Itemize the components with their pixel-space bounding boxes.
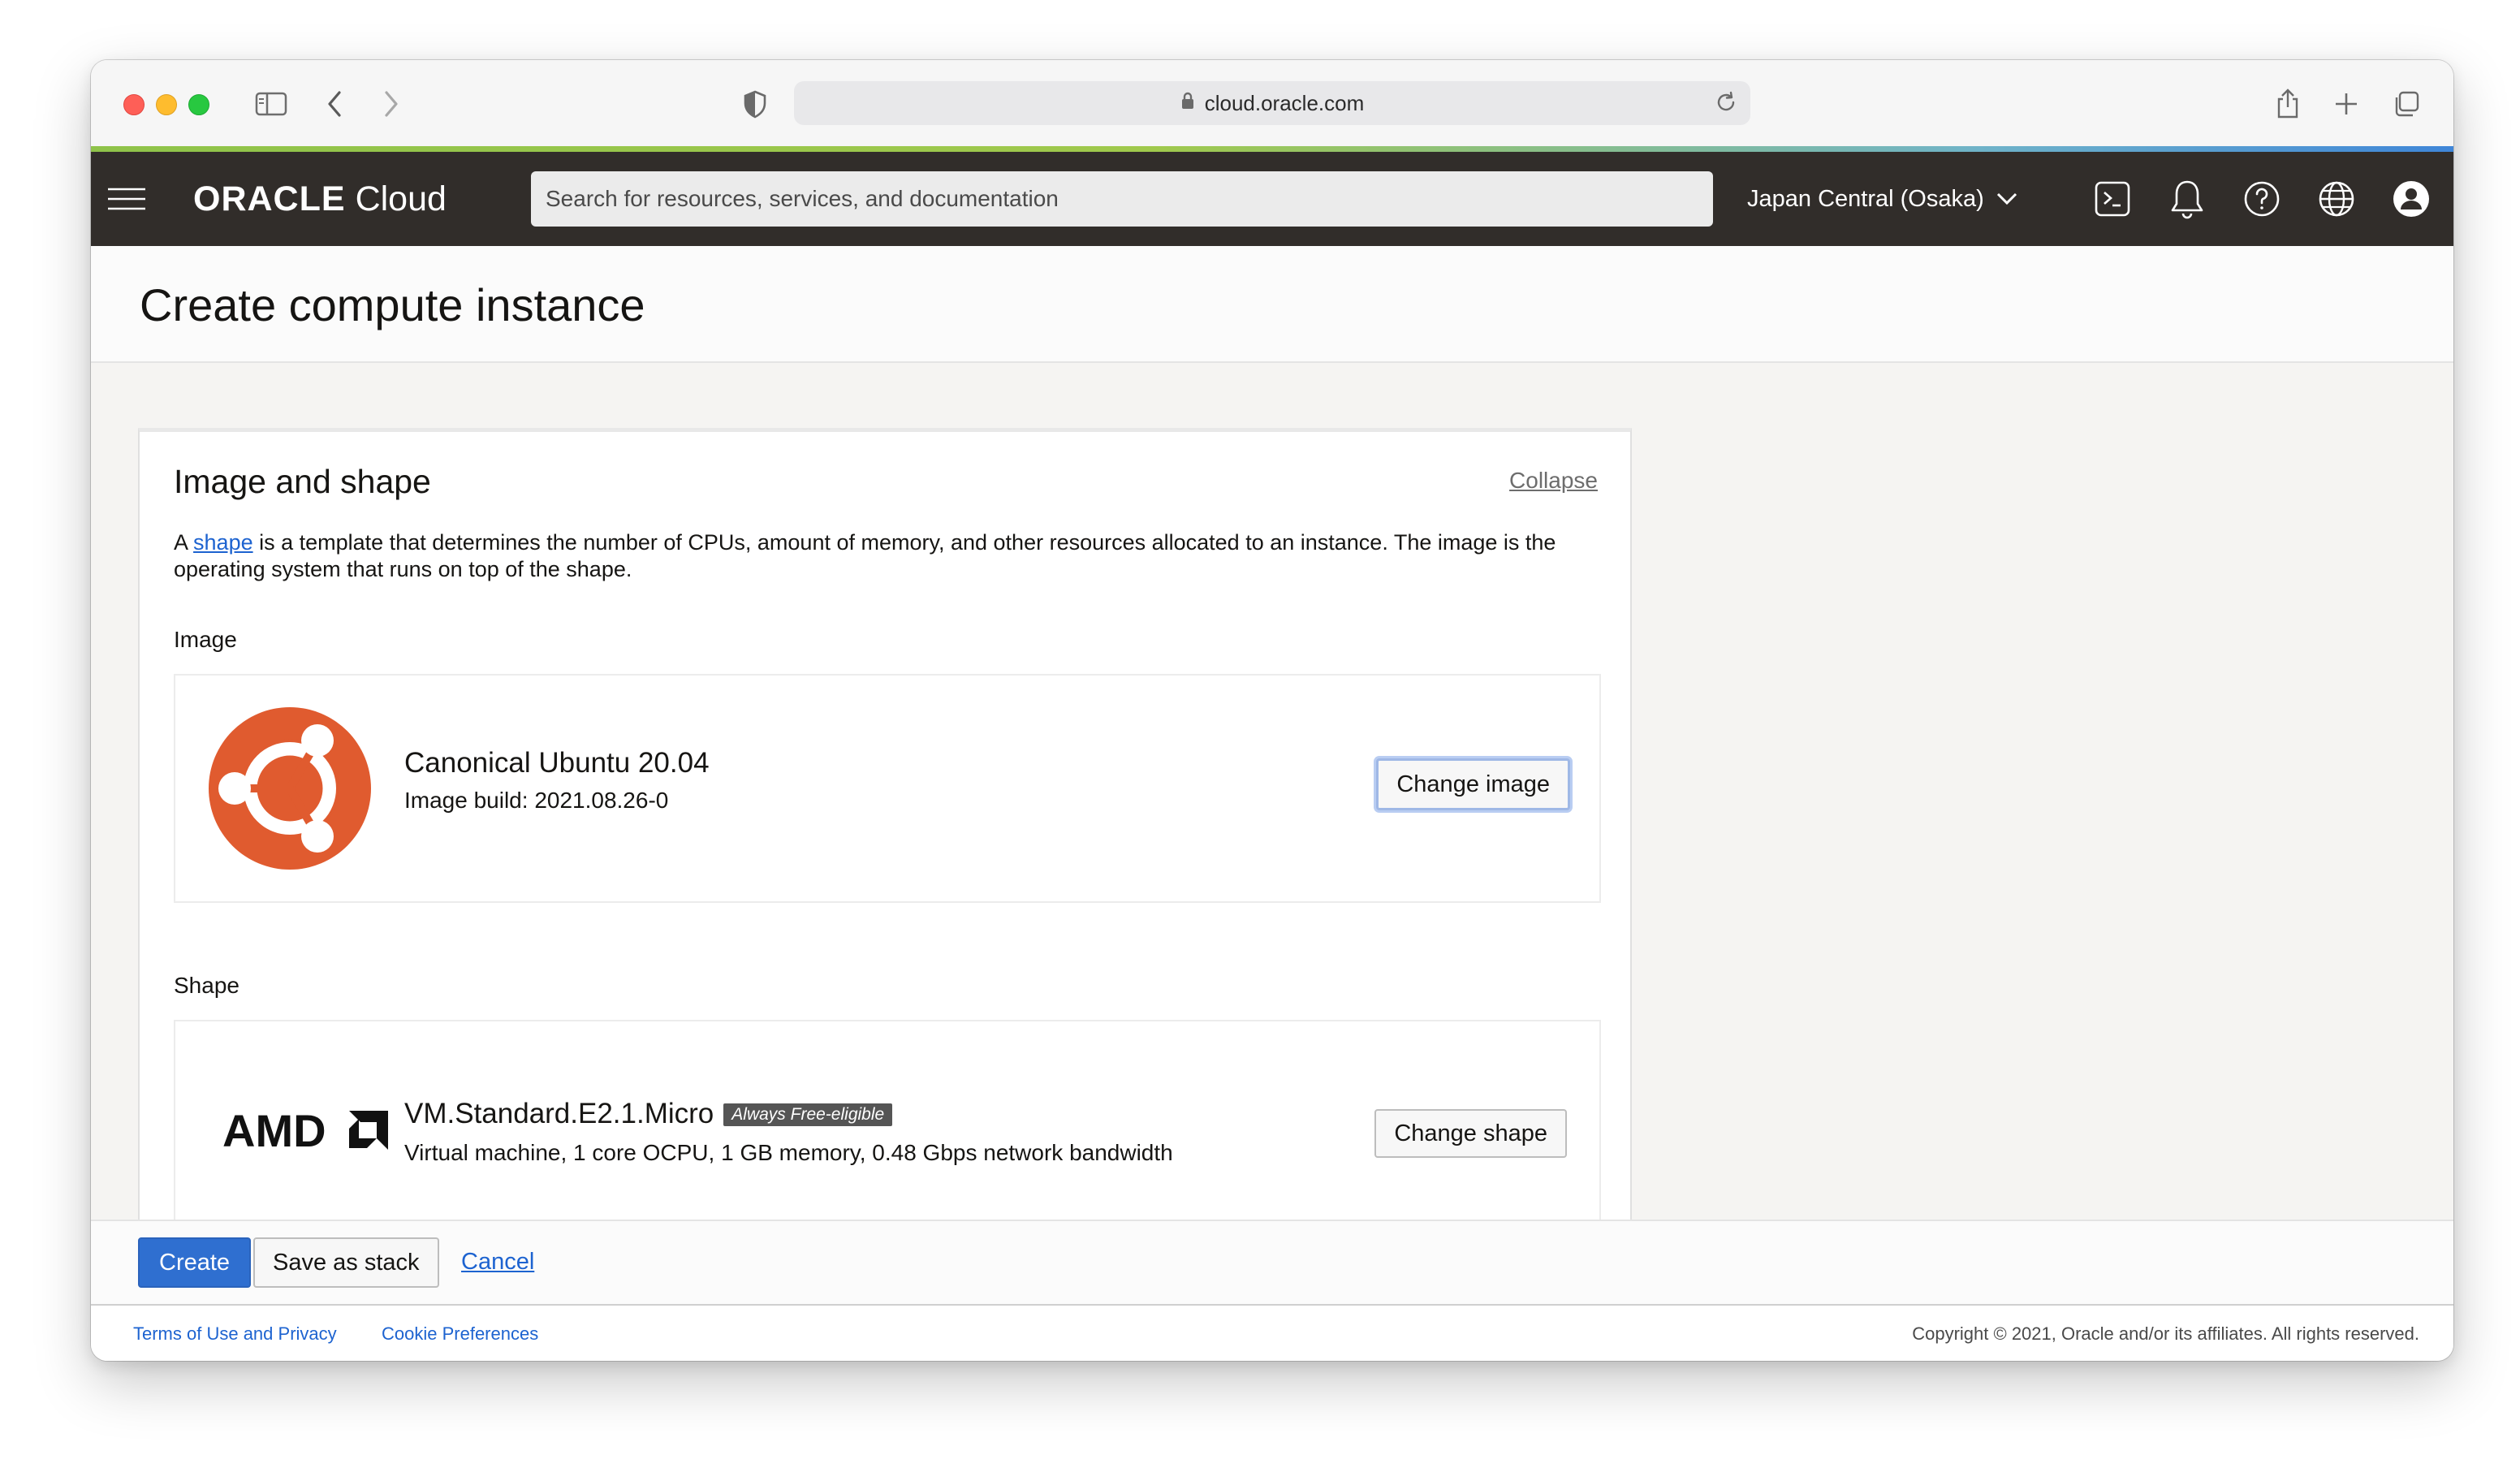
- desc-rest: is a template that determines the number…: [174, 530, 1556, 581]
- sidebar-toggle-icon[interactable]: [250, 83, 292, 125]
- new-tab-plus-icon[interactable]: [2325, 83, 2367, 125]
- change-image-button[interactable]: Change image: [1376, 758, 1570, 810]
- region-selector[interactable]: Japan Central (Osaka): [1747, 176, 2018, 222]
- save-as-stack-button[interactable]: Save as stack: [253, 1237, 439, 1288]
- console-header: ORACLE Cloud Japan Central (Osaka): [91, 152, 2453, 246]
- shape-name-row: VM.Standard.E2.1.Micro Always Free-eligib…: [404, 1098, 893, 1130]
- amd-logo-text: AMD: [222, 1109, 326, 1151]
- copyright-text: Copyright © 2021, Oracle and/or its affi…: [1912, 1323, 2419, 1344]
- image-option-box: Canonical Ubuntu 20.04 Image build: 2021…: [174, 674, 1601, 903]
- change-shape-button[interactable]: Change shape: [1374, 1109, 1567, 1158]
- main-content: Image and shape Collapse A shape is a te…: [91, 363, 2453, 1220]
- privacy-shield-icon[interactable]: [734, 83, 776, 125]
- cancel-link[interactable]: Cancel: [461, 1249, 534, 1276]
- lock-icon: [1180, 91, 1195, 116]
- ubuntu-logo-icon: [208, 706, 372, 874]
- browser-toolbar: cloud.oracle.com: [91, 60, 2453, 147]
- shape-name: VM.Standard.E2.1.Micro: [404, 1098, 714, 1129]
- minimize-window-button[interactable]: [156, 94, 177, 115]
- section-description: A shape is a template that determines th…: [174, 529, 1603, 583]
- image-name: Canonical Ubuntu 20.04: [404, 747, 710, 779]
- console-search-input[interactable]: [531, 171, 1713, 227]
- image-shape-section: Image and shape Collapse A shape is a te…: [138, 428, 1632, 1220]
- language-globe-icon[interactable]: [2314, 176, 2359, 222]
- url-text: cloud.oracle.com: [1204, 90, 1365, 115]
- form-action-bar: Create Save as stack Cancel: [91, 1220, 2453, 1306]
- page-title: Create compute instance: [140, 279, 645, 330]
- shape-doc-link[interactable]: shape: [193, 530, 253, 555]
- terms-link[interactable]: Terms of Use and Privacy: [133, 1323, 337, 1345]
- user-profile-icon[interactable]: [2388, 176, 2434, 222]
- close-window-button[interactable]: [123, 94, 145, 115]
- share-icon[interactable]: [2267, 83, 2309, 125]
- shape-option-box: AMD VM.Standard.E2.1.Micro Always Free-el…: [174, 1020, 1601, 1220]
- page-footer: Terms of Use and Privacy Cookie Preferen…: [91, 1306, 2453, 1361]
- desc-prefix: A: [174, 530, 194, 555]
- region-label: Japan Central (Osaka): [1747, 185, 1984, 212]
- forward-arrow-icon[interactable]: [370, 83, 412, 125]
- zoom-window-button[interactable]: [188, 94, 209, 115]
- help-question-icon[interactable]: [2239, 176, 2285, 222]
- image-build: Image build: 2021.08.26-0: [404, 788, 669, 813]
- image-label: Image: [174, 627, 237, 652]
- page-header: Create compute instance: [91, 246, 2453, 363]
- create-button[interactable]: Create: [138, 1237, 252, 1288]
- shape-label: Shape: [174, 973, 239, 998]
- reload-icon[interactable]: [1711, 88, 1741, 123]
- brand-oracle: ORACLE: [193, 179, 346, 218]
- amd-logo-icon: AMD: [222, 1105, 390, 1156]
- menu-hamburger-icon[interactable]: [102, 176, 151, 222]
- browser-window: cloud.oracle.com ORACLE Cloud Japan Cent…: [91, 60, 2453, 1361]
- section-title: Image and shape: [174, 463, 431, 500]
- accent-strip: [91, 146, 2453, 152]
- address-bar[interactable]: cloud.oracle.com: [794, 81, 1750, 125]
- brand-cloud: Cloud: [355, 179, 447, 218]
- chevron-down-icon: [1996, 186, 2018, 213]
- collapse-link[interactable]: Collapse: [1509, 468, 1598, 494]
- tab-overview-icon[interactable]: [2385, 83, 2427, 125]
- oracle-cloud-logo[interactable]: ORACLE Cloud: [193, 175, 447, 223]
- notifications-bell-icon[interactable]: [2164, 176, 2210, 222]
- cloud-shell-icon[interactable]: [2090, 176, 2135, 222]
- back-arrow-icon[interactable]: [313, 83, 356, 125]
- cookie-preferences-link[interactable]: Cookie Preferences: [382, 1323, 538, 1345]
- free-tier-badge: Always Free-eligible: [723, 1103, 893, 1126]
- shape-details: Virtual machine, 1 core OCPU, 1 GB memor…: [404, 1140, 1173, 1165]
